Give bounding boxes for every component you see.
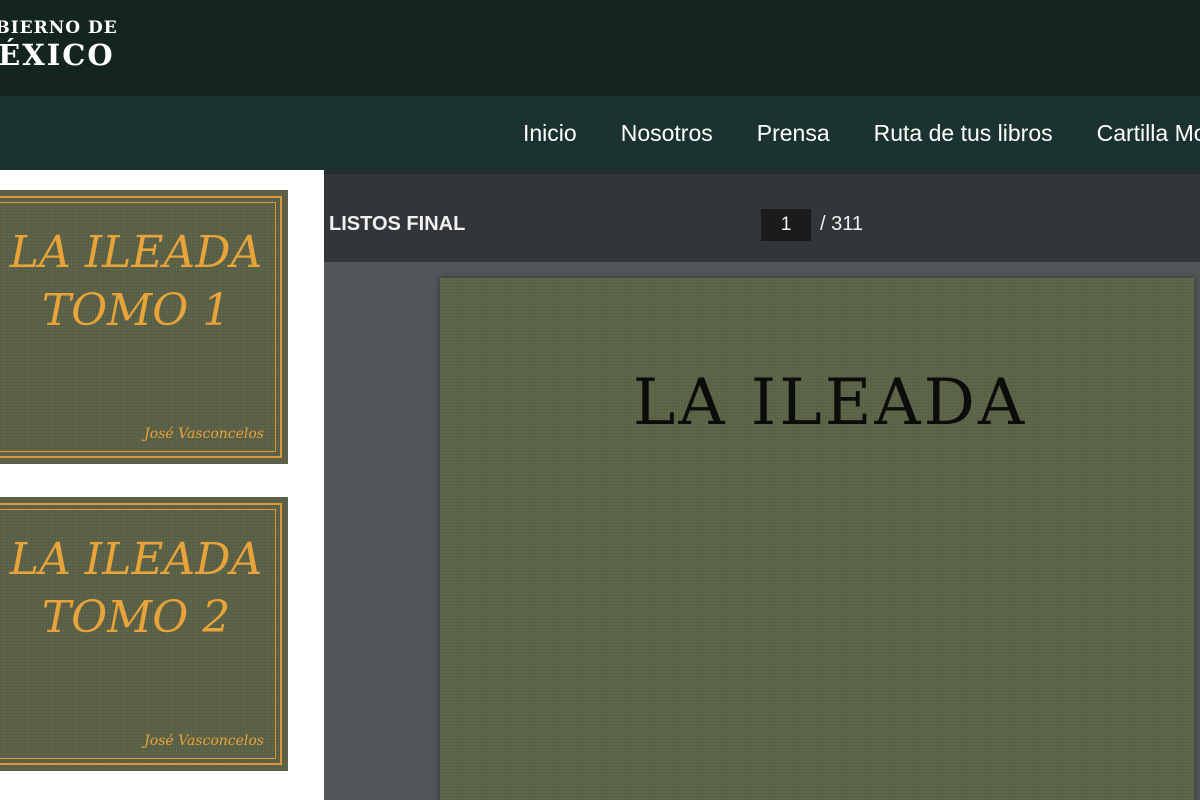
nav-item-inicio[interactable]: Inicio xyxy=(523,120,577,147)
pdf-viewer: LISTOS FINAL / 311 LA ILEADA xyxy=(324,170,1200,800)
main-nav: Inicio Nosotros Prensa Ruta de tus libro… xyxy=(0,96,1200,170)
cover-title-line-2: TOMO 1 xyxy=(41,285,231,336)
pdf-page-title: LA ILEADA xyxy=(632,366,1028,440)
logo-line-1: GOBIERNO DE xyxy=(0,18,118,38)
cover-title-line-1: LA ILEADA xyxy=(9,534,263,585)
brand-bar: GOBIERNO DE MÉXICO xyxy=(0,0,1200,96)
book-cover-tomo-2[interactable]: LA ILEADA TOMO 2 José Vasconcelos xyxy=(0,497,288,771)
nav-item-cartilla-moral[interactable]: Cartilla Moral xyxy=(1097,120,1200,147)
cover-author: José Vasconcelos xyxy=(144,733,264,749)
document-title: LISTOS FINAL xyxy=(329,213,466,235)
pdf-page[interactable]: LA ILEADA xyxy=(440,278,1194,800)
book-sidebar: LA ILEADA TOMO 1 José Vasconcelos LA ILE… xyxy=(0,170,324,800)
book-cover-tomo-1[interactable]: LA ILEADA TOMO 1 José Vasconcelos xyxy=(0,190,288,464)
cover-title: LA ILEADA TOMO 2 xyxy=(0,531,288,647)
nav-list: Inicio Nosotros Prensa Ruta de tus libro… xyxy=(523,96,1200,170)
cover-title: LA ILEADA TOMO 1 xyxy=(0,224,288,340)
pdf-toolbar: LISTOS FINAL / 311 xyxy=(324,170,1200,262)
nav-item-ruta-de-tus-libros[interactable]: Ruta de tus libros xyxy=(874,120,1053,147)
logo-line-2: MÉXICO xyxy=(0,38,115,72)
gobierno-de-mexico-logo[interactable]: GOBIERNO DE MÉXICO xyxy=(0,20,118,70)
cover-title-line-1: LA ILEADA xyxy=(9,227,263,278)
page-total: / 311 xyxy=(820,213,863,235)
cover-author: José Vasconcelos xyxy=(144,426,264,442)
cover-title-line-2: TOMO 2 xyxy=(41,592,231,643)
nav-item-prensa[interactable]: Prensa xyxy=(757,120,830,147)
nav-item-nosotros[interactable]: Nosotros xyxy=(621,120,713,147)
page-number-input[interactable] xyxy=(761,209,811,241)
